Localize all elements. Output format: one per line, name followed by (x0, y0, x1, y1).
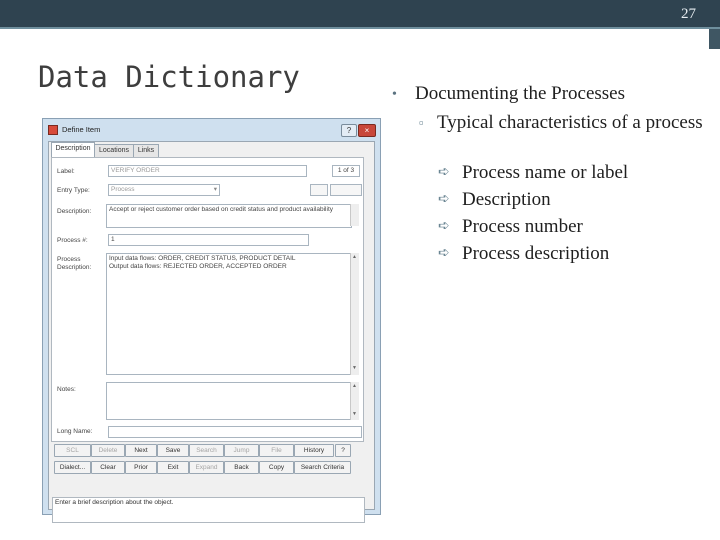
history-button[interactable]: History (294, 444, 334, 457)
process-number-field[interactable]: 1 (108, 234, 309, 246)
tab-locations[interactable]: Locations (94, 144, 134, 157)
scl-button[interactable]: SCL (54, 444, 91, 457)
prior-button[interactable]: Prior (125, 461, 157, 474)
button-row-2: Dialect... Clear Prior Exit Expand Back … (54, 461, 359, 474)
slide-number: 27 (681, 6, 696, 22)
bullet-arrow-icon: ➪ (438, 246, 450, 261)
define-item-window: Define Item ? × Description Locations Li… (42, 118, 381, 523)
scroll-down-icon[interactable]: ▼ (352, 411, 357, 417)
search-button[interactable]: Search (189, 444, 224, 457)
back-button[interactable]: Back (224, 461, 259, 474)
bullet-level3-text: Process description (462, 243, 610, 264)
bullet-level1-text: Documenting the Processes (415, 83, 626, 104)
notes-field[interactable] (106, 382, 352, 420)
notes-caption: Notes: (57, 386, 76, 393)
entry-type-value: Process (111, 186, 135, 193)
process-description-caption: Process Description: (57, 256, 92, 271)
app-icon (48, 125, 58, 135)
description-scrollbar[interactable] (350, 204, 359, 226)
chevron-down-icon: ▾ (213, 186, 217, 193)
delete-button[interactable]: Delete (91, 444, 125, 457)
window-body: Description Locations Links Label: VERIF… (48, 141, 375, 523)
close-button[interactable]: × (358, 124, 376, 137)
dialect-button[interactable]: Dialect... (54, 461, 91, 474)
bullet-level3-text: Process name or label (462, 162, 629, 183)
scroll-up-icon[interactable]: ▲ (352, 383, 357, 389)
next-button[interactable]: Next (125, 444, 157, 457)
long-name-caption: Long Name: (57, 428, 93, 435)
long-name-field[interactable] (108, 426, 362, 438)
notes-scrollbar[interactable]: ▲ ▼ (350, 382, 359, 420)
scroll-up-icon[interactable]: ▲ (352, 254, 357, 260)
label-field[interactable]: VERIFY ORDER (108, 165, 307, 177)
button-row-1: SCL Delete Next Save Search Jump File Hi… (54, 444, 359, 457)
process-description-scrollbar[interactable]: ▲ ▼ (350, 253, 359, 375)
entry-type-caption: Entry Type: (57, 187, 90, 194)
scroll-down-icon[interactable]: ▼ (352, 365, 357, 371)
status-bar: Enter a brief description about the obje… (52, 497, 365, 523)
help-button[interactable]: ? (341, 124, 357, 137)
bullet-level2-text: Typical characteristics of a process (437, 112, 703, 133)
entry-type-button-2[interactable] (330, 184, 362, 196)
search-criteria-button[interactable]: Search Criteria (294, 461, 351, 474)
bullet-arrow-icon: ➪ (438, 165, 450, 180)
slide-top-bar (0, 0, 720, 27)
bullet-dot-icon: • (392, 87, 397, 102)
process-number-caption: Process #: (57, 237, 88, 244)
clear-button[interactable]: Clear (91, 461, 125, 474)
bullet-square-icon: ▫ (419, 115, 424, 130)
file-button[interactable]: File (259, 444, 294, 457)
tab-description[interactable]: Description (51, 142, 95, 157)
entry-type-button[interactable] (310, 184, 328, 196)
save-button[interactable]: Save (157, 444, 189, 457)
process-description-field[interactable]: Input data flows: ORDER, CREDIT STATUS, … (106, 253, 352, 375)
slide-corner-block (709, 29, 720, 49)
bullet-arrow-icon: ➪ (438, 219, 450, 234)
record-counter: 1 of 3 (332, 165, 360, 177)
bullet-level3-text: Process number (462, 216, 583, 237)
jump-button[interactable]: Jump (224, 444, 259, 457)
slide-title: Data Dictionary (38, 60, 300, 94)
slide-top-accent (0, 27, 720, 29)
bullet-arrow-icon: ➪ (438, 192, 450, 207)
description-field[interactable]: Accept or reject customer order based on… (106, 204, 352, 228)
process-desc-line: Input data flows: ORDER, CREDIT STATUS, … (109, 255, 296, 262)
copy-button[interactable]: Copy (259, 461, 294, 474)
description-caption: Description: (57, 208, 92, 215)
window-title-bar: Define Item ? × (48, 122, 376, 138)
entry-type-select[interactable]: Process ▾ (108, 184, 220, 196)
label-caption: Label: (57, 168, 75, 175)
bullet-level3-text: Description (462, 189, 551, 210)
window-title: Define Item (62, 125, 101, 134)
expand-button[interactable]: Expand (189, 461, 224, 474)
process-desc-line: Output data flows: REJECTED ORDER, ACCEP… (109, 263, 287, 270)
exit-button[interactable]: Exit (157, 461, 189, 474)
tab-links[interactable]: Links (133, 144, 159, 157)
help-small-button[interactable]: ? (335, 444, 351, 457)
description-pane: Label: VERIFY ORDER 1 of 3 Entry Type: P… (51, 157, 364, 442)
